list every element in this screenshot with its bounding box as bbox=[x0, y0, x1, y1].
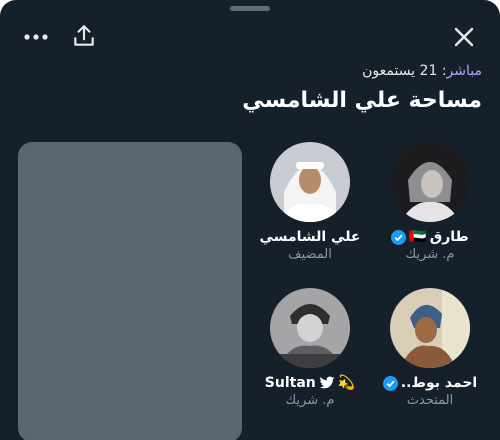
speaker-role: م. شريك bbox=[285, 393, 335, 408]
speaker-name: Sultan bbox=[264, 375, 316, 391]
more-options-button[interactable] bbox=[22, 25, 50, 49]
flag-emoji: 🇦🇪 bbox=[409, 229, 427, 245]
close-button[interactable] bbox=[450, 23, 478, 51]
avatar bbox=[390, 288, 470, 368]
speaker-ali-alshamsi[interactable]: علي الشامسي المضيف bbox=[245, 142, 375, 262]
media-preview-card[interactable] bbox=[18, 142, 242, 440]
speaker-name: طارق bbox=[429, 229, 469, 245]
speaker-ahmed[interactable]: احمد بوط.. المتحدث bbox=[365, 288, 495, 408]
space-status: مباشر: 21 يستمعون bbox=[362, 63, 482, 79]
sparkle-emoji: 💫 bbox=[337, 375, 356, 391]
speaker-role: المضيف bbox=[288, 247, 332, 262]
avatar bbox=[270, 288, 350, 368]
speaker-role: م. شريك bbox=[405, 247, 455, 262]
verified-icon bbox=[391, 229, 407, 245]
share-icon bbox=[74, 25, 94, 46]
listeners-label: يستمعون bbox=[362, 63, 416, 79]
verified-icon bbox=[382, 375, 398, 391]
avatar bbox=[390, 142, 470, 222]
share-button[interactable] bbox=[70, 22, 98, 50]
speaker-sultan[interactable]: 💫 Sultan م. شريك bbox=[245, 288, 375, 408]
twitter-bird-icon bbox=[319, 376, 335, 390]
space-title: مساحة علي الشامسي bbox=[242, 88, 482, 113]
listeners-count: 21 bbox=[419, 63, 438, 79]
live-label: مباشر bbox=[446, 63, 482, 79]
speaker-role: المتحدث bbox=[406, 393, 454, 408]
speaker-name: علي الشامسي bbox=[259, 229, 361, 245]
speaker-tareq[interactable]: طارق 🇦🇪 م. شريك bbox=[365, 142, 495, 262]
speaker-name: احمد بوط.. bbox=[400, 375, 478, 391]
avatar bbox=[270, 142, 350, 222]
drag-handle[interactable] bbox=[230, 6, 270, 11]
close-icon bbox=[454, 27, 474, 47]
more-icon bbox=[24, 34, 48, 40]
space-sheet: مباشر: 21 يستمعون مساحة علي الشامسي طارق… bbox=[0, 0, 500, 440]
